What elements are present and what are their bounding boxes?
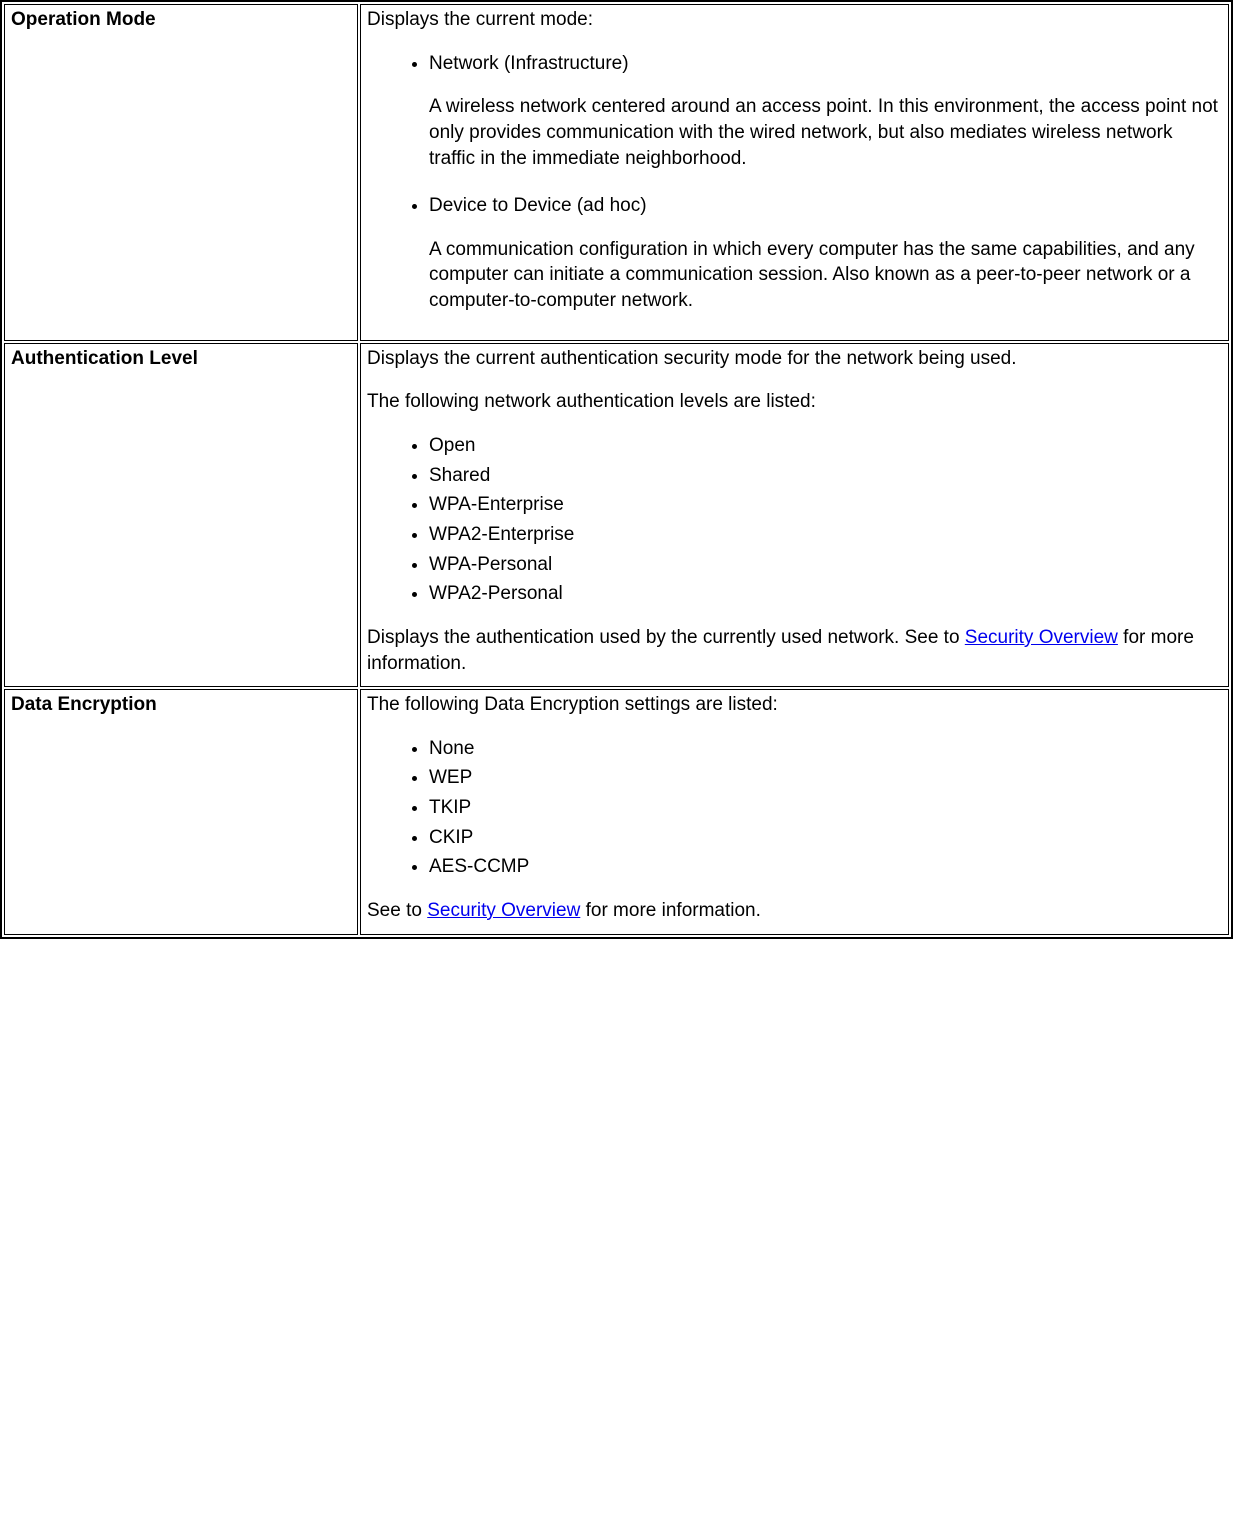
item-list: None WEP TKIP CKIP AES-CCMP [367, 736, 1222, 880]
security-overview-link[interactable]: Security Overview [965, 627, 1118, 648]
row-description: Displays the current mode: Network (Infr… [360, 4, 1229, 341]
row-label: Authentication Level [4, 343, 358, 687]
outro-text: See to Security Overview for more inform… [367, 898, 1222, 924]
list-item: Network (Infrastructure) A wireless netw… [429, 51, 1222, 172]
list-item: WPA-Enterprise [429, 492, 1222, 518]
mode-desc: A wireless network centered around an ac… [429, 94, 1222, 171]
outro-pre: Displays the authentication used by the … [367, 627, 965, 648]
outro-text: Displays the authentication used by the … [367, 625, 1222, 676]
mode-title: Network (Infrastructure) [429, 53, 629, 74]
list-item: Shared [429, 463, 1222, 489]
list-item: AES-CCMP [429, 854, 1222, 880]
row-description: The following Data Encryption settings a… [360, 689, 1229, 934]
intro-text: Displays the current authentication secu… [367, 346, 1222, 372]
table-row: Authentication Level Displays the curren… [4, 343, 1229, 687]
intro-text: The following network authentication lev… [367, 389, 1222, 415]
outro-pre: See to [367, 900, 427, 921]
list-item: TKIP [429, 795, 1222, 821]
list-item: WEP [429, 765, 1222, 791]
intro-text: The following Data Encryption settings a… [367, 692, 1222, 718]
mode-desc: A communication configuration in which e… [429, 237, 1222, 314]
mode-list: Network (Infrastructure) A wireless netw… [367, 51, 1222, 314]
row-description: Displays the current authentication secu… [360, 343, 1229, 687]
row-label: Operation Mode [4, 4, 358, 341]
table-row: Operation Mode Displays the current mode… [4, 4, 1229, 341]
security-overview-link[interactable]: Security Overview [427, 900, 580, 921]
list-item: CKIP [429, 825, 1222, 851]
intro-text: Displays the current mode: [367, 7, 1222, 33]
outro-post: for more information. [580, 900, 761, 921]
definition-table: Operation Mode Displays the current mode… [0, 0, 1233, 939]
list-item: WPA2-Enterprise [429, 522, 1222, 548]
list-item: Open [429, 433, 1222, 459]
list-item: Device to Device (ad hoc) A communicatio… [429, 193, 1222, 314]
row-label: Data Encryption [4, 689, 358, 934]
mode-title: Device to Device (ad hoc) [429, 195, 647, 216]
list-item: WPA2-Personal [429, 581, 1222, 607]
list-item: WPA-Personal [429, 552, 1222, 578]
list-item: None [429, 736, 1222, 762]
table-row: Data Encryption The following Data Encry… [4, 689, 1229, 934]
item-list: Open Shared WPA-Enterprise WPA2-Enterpri… [367, 433, 1222, 607]
